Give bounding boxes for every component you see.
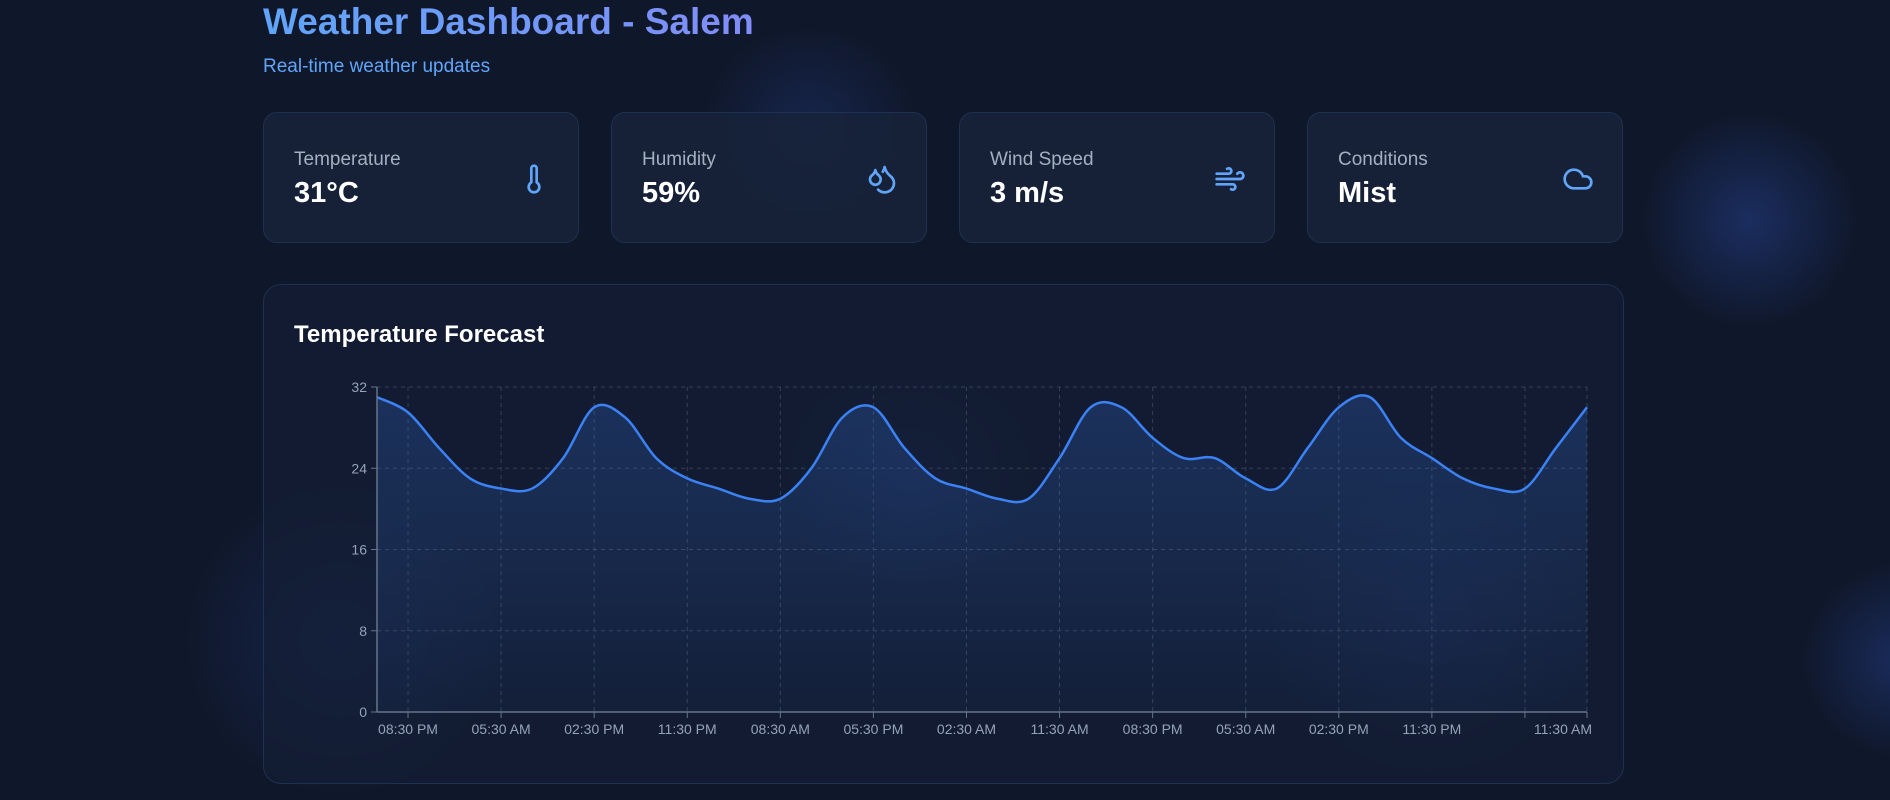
x-tick-label: 08:30 PM — [378, 721, 438, 737]
page-subtitle: Real-time weather updates — [263, 56, 491, 77]
wind-icon — [1215, 167, 1245, 191]
x-tick-label: 08:30 PM — [1123, 721, 1183, 737]
x-tick-label: 11:30 PM — [658, 721, 717, 737]
x-tick-label: 02:30 PM — [1309, 721, 1369, 737]
x-tick-label: 05:30 PM — [843, 721, 903, 737]
x-tick-label: 11:30 AM — [1534, 721, 1592, 737]
temperature-card: Temperature 31°C — [263, 112, 579, 243]
x-tick-label: 08:30 AM — [751, 721, 810, 737]
y-tick-label: 0 — [359, 704, 367, 720]
wind-speed-card: Wind Speed 3 m/s — [959, 112, 1275, 243]
cloud-icon — [1563, 168, 1593, 190]
conditions-label: Conditions — [1338, 149, 1428, 170]
page-title: Weather Dashboard - Salem — [263, 1, 754, 42]
wind-speed-label: Wind Speed — [990, 149, 1094, 170]
temperature-label: Temperature — [294, 149, 401, 170]
conditions-card: Conditions Mist — [1307, 112, 1623, 243]
droplets-icon — [868, 165, 896, 194]
x-tick-label: 11:30 AM — [1031, 721, 1089, 737]
y-tick-label: 24 — [351, 460, 367, 476]
page-header: Weather Dashboard - Salem Real-time weat… — [263, 0, 754, 78]
thermometer-icon — [527, 164, 541, 194]
temperature-value: 31°C — [294, 177, 359, 209]
x-tick-label: 02:30 AM — [937, 721, 996, 737]
temperature-chart: 0 8 16 24 32 08:30 PM 05:30 AM 02:30 PM 11:30 PM… — [351, 379, 1592, 737]
x-tick-label: 02:30 PM — [564, 721, 624, 737]
conditions-value: Mist — [1338, 177, 1396, 209]
y-tick-label: 32 — [351, 379, 367, 395]
temperature-forecast-panel: Temperature Forecast 0 8 16 24 32 08:30 PM 05:… — [263, 284, 1624, 784]
humidity-card: Humidity 59% — [611, 112, 927, 243]
y-tick-label: 16 — [351, 542, 367, 558]
x-tick-label: 11:30 PM — [1402, 721, 1461, 737]
humidity-label: Humidity — [642, 149, 716, 170]
x-tick-label: 05:30 AM — [1216, 721, 1275, 737]
humidity-value: 59% — [642, 177, 701, 209]
x-tick-label: 05:30 AM — [472, 721, 531, 737]
y-tick-label: 8 — [359, 623, 367, 639]
wind-speed-value: 3 m/s — [990, 177, 1065, 209]
